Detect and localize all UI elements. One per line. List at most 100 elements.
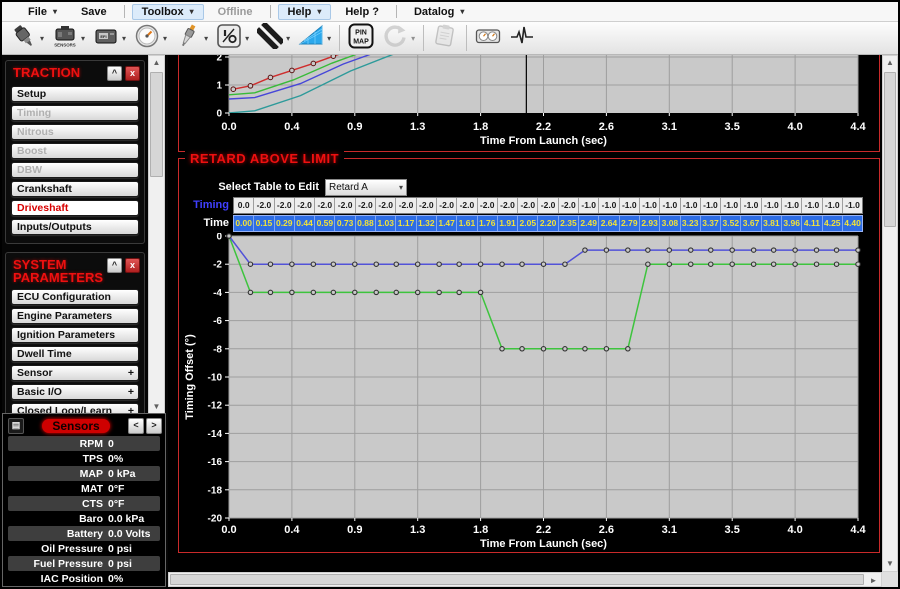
sensors-next-button[interactable]: > xyxy=(146,418,162,434)
time-cell[interactable]: 2.05 xyxy=(518,216,538,231)
collapse-panel-button[interactable]: ^ xyxy=(107,66,122,81)
timing-cell[interactable]: -1.0 xyxy=(823,198,843,213)
time-cell[interactable]: 1.91 xyxy=(498,216,518,231)
time-cell[interactable]: 0.00 xyxy=(234,216,254,231)
pin-map-button[interactable]: PINMAP xyxy=(346,22,376,54)
sensors-module-button[interactable]: SENSORS▾ xyxy=(50,22,87,54)
sensors-prev-button[interactable]: < xyxy=(128,418,144,434)
timing-cell[interactable]: -2.0 xyxy=(315,198,335,213)
fuel-injector-button[interactable]: ▾ xyxy=(9,22,46,54)
dual-gauges-button[interactable] xyxy=(473,22,503,54)
timing-cell[interactable]: -2.0 xyxy=(254,198,274,213)
time-cell[interactable]: 2.35 xyxy=(559,216,579,231)
scroll-up-icon[interactable]: ▲ xyxy=(149,56,164,70)
table-select-dropdown[interactable]: Retard A ▾ xyxy=(325,179,407,196)
time-cell[interactable]: 1.03 xyxy=(376,216,396,231)
time-cell[interactable]: 3.96 xyxy=(782,216,802,231)
retard-offset-chart[interactable]: 0-2-4-6-8-10-12-14-16-18-200.00.40.91.31… xyxy=(179,233,879,553)
sensors-menu-button[interactable]: ▤ xyxy=(8,418,24,434)
time-cell[interactable]: 3.08 xyxy=(660,216,680,231)
sidebar-scrollbar[interactable]: ▲ ▼ xyxy=(148,55,165,415)
sidebar-scroll-thumb[interactable] xyxy=(150,72,163,177)
timing-cell[interactable]: -2.0 xyxy=(457,198,477,213)
gauge-button[interactable]: ▾ xyxy=(132,22,169,54)
timing-cell[interactable]: -1.0 xyxy=(741,198,761,213)
timing-cell[interactable]: -2.0 xyxy=(356,198,376,213)
sidebar-item-dwell-time[interactable]: Dwell Time xyxy=(11,346,139,362)
scroll-down-icon[interactable]: ▼ xyxy=(883,557,897,571)
timing-belt-button[interactable]: ▾ xyxy=(255,22,292,54)
time-cell[interactable]: 3.37 xyxy=(701,216,721,231)
menu-item-save[interactable]: Save xyxy=(71,4,117,20)
scroll-right-icon[interactable]: ► xyxy=(866,573,881,586)
sidebar-item-ecu-configuration[interactable]: ECU Configuration xyxy=(11,289,139,305)
timing-cell[interactable]: -1.0 xyxy=(782,198,802,213)
timing-cell[interactable]: -2.0 xyxy=(538,198,558,213)
timing-cell[interactable]: -2.0 xyxy=(437,198,457,213)
sidebar-item-ignition-parameters[interactable]: Ignition Parameters xyxy=(11,327,139,343)
timing-cell[interactable]: -2.0 xyxy=(417,198,437,213)
time-cell[interactable]: 4.25 xyxy=(823,216,843,231)
close-panel-button[interactable]: x xyxy=(125,66,140,81)
time-cell[interactable]: 1.61 xyxy=(457,216,477,231)
spark-plug-button[interactable]: ▾ xyxy=(173,22,210,54)
sidebar-item-sensor-scaling-warnings[interactable]: Sensor Scaling/Warnings+ xyxy=(11,365,139,381)
timing-cell[interactable]: -2.0 xyxy=(498,198,518,213)
timing-cell[interactable]: -2.0 xyxy=(295,198,315,213)
time-cell[interactable]: 0.29 xyxy=(275,216,295,231)
time-cell[interactable]: 1.47 xyxy=(437,216,457,231)
timing-cell[interactable]: -2.0 xyxy=(478,198,498,213)
sidebar-item-basic-i-o[interactable]: Basic I/O+ xyxy=(11,384,139,400)
timing-cell[interactable]: -1.0 xyxy=(579,198,599,213)
timing-cell[interactable]: -1.0 xyxy=(620,198,640,213)
time-cell[interactable]: 2.79 xyxy=(620,216,640,231)
time-cell[interactable]: 2.64 xyxy=(599,216,619,231)
io-button[interactable]: ▾ xyxy=(214,22,251,54)
ecu-module-button[interactable]: EFI▾ xyxy=(91,22,128,54)
time-cell[interactable]: 4.11 xyxy=(802,216,822,231)
sidebar-item-engine-parameters[interactable]: Engine Parameters xyxy=(11,308,139,324)
time-cell[interactable]: 2.49 xyxy=(579,216,599,231)
time-cell[interactable]: 4.40 xyxy=(843,216,862,231)
time-cell[interactable]: 3.23 xyxy=(681,216,701,231)
timing-cell[interactable]: -2.0 xyxy=(518,198,538,213)
time-cell[interactable]: 0.44 xyxy=(295,216,315,231)
timing-cell[interactable]: -2.0 xyxy=(559,198,579,213)
timing-cell[interactable]: -2.0 xyxy=(396,198,416,213)
collapse-panel-button[interactable]: ^ xyxy=(107,258,122,273)
sidebar-item-crankshaft[interactable]: Crankshaft xyxy=(11,181,139,197)
main-hscroll-thumb[interactable] xyxy=(170,574,864,585)
time-cell[interactable]: 0.15 xyxy=(254,216,274,231)
main-vscroll-thumb[interactable] xyxy=(884,72,896,227)
timing-cell[interactable]: -1.0 xyxy=(701,198,721,213)
scroll-down-icon[interactable]: ▼ xyxy=(149,400,164,414)
menu-item-file[interactable]: File▾ xyxy=(18,4,67,20)
time-cell[interactable]: 2.20 xyxy=(538,216,558,231)
timing-cell[interactable]: -2.0 xyxy=(275,198,295,213)
timing-cell[interactable]: -1.0 xyxy=(802,198,822,213)
timing-cell[interactable]: -1.0 xyxy=(599,198,619,213)
sidebar-item-setup[interactable]: Setup xyxy=(11,86,139,102)
close-panel-button[interactable]: x xyxy=(125,258,140,273)
timing-cell[interactable]: -2.0 xyxy=(335,198,355,213)
scroll-up-icon[interactable]: ▲ xyxy=(883,56,897,70)
time-cell[interactable]: 0.73 xyxy=(335,216,355,231)
menu-item-toolbox[interactable]: Toolbox▾ xyxy=(132,4,204,20)
main-horizontal-scrollbar[interactable]: ► xyxy=(168,572,882,587)
menu-item-datalog[interactable]: Datalog▾ xyxy=(404,4,474,20)
timing-cell[interactable]: -1.0 xyxy=(762,198,782,213)
timing-cell[interactable]: -1.0 xyxy=(660,198,680,213)
time-cell[interactable]: 1.17 xyxy=(396,216,416,231)
main-vertical-scrollbar[interactable]: ▲ ▼ xyxy=(882,55,898,572)
pulse-button[interactable] xyxy=(507,22,537,54)
timing-cell[interactable]: -1.0 xyxy=(721,198,741,213)
table-3d-button[interactable]: ▾ xyxy=(296,22,333,54)
timing-cell[interactable]: -2.0 xyxy=(376,198,396,213)
time-cell[interactable]: 3.52 xyxy=(721,216,741,231)
time-cell[interactable]: 1.76 xyxy=(478,216,498,231)
menu-item-help[interactable]: Help ? xyxy=(335,4,389,20)
time-cell[interactable]: 3.81 xyxy=(762,216,782,231)
time-cell[interactable]: 2.93 xyxy=(640,216,660,231)
timing-cell[interactable]: -1.0 xyxy=(843,198,862,213)
menu-item-help[interactable]: Help▾ xyxy=(278,4,332,20)
